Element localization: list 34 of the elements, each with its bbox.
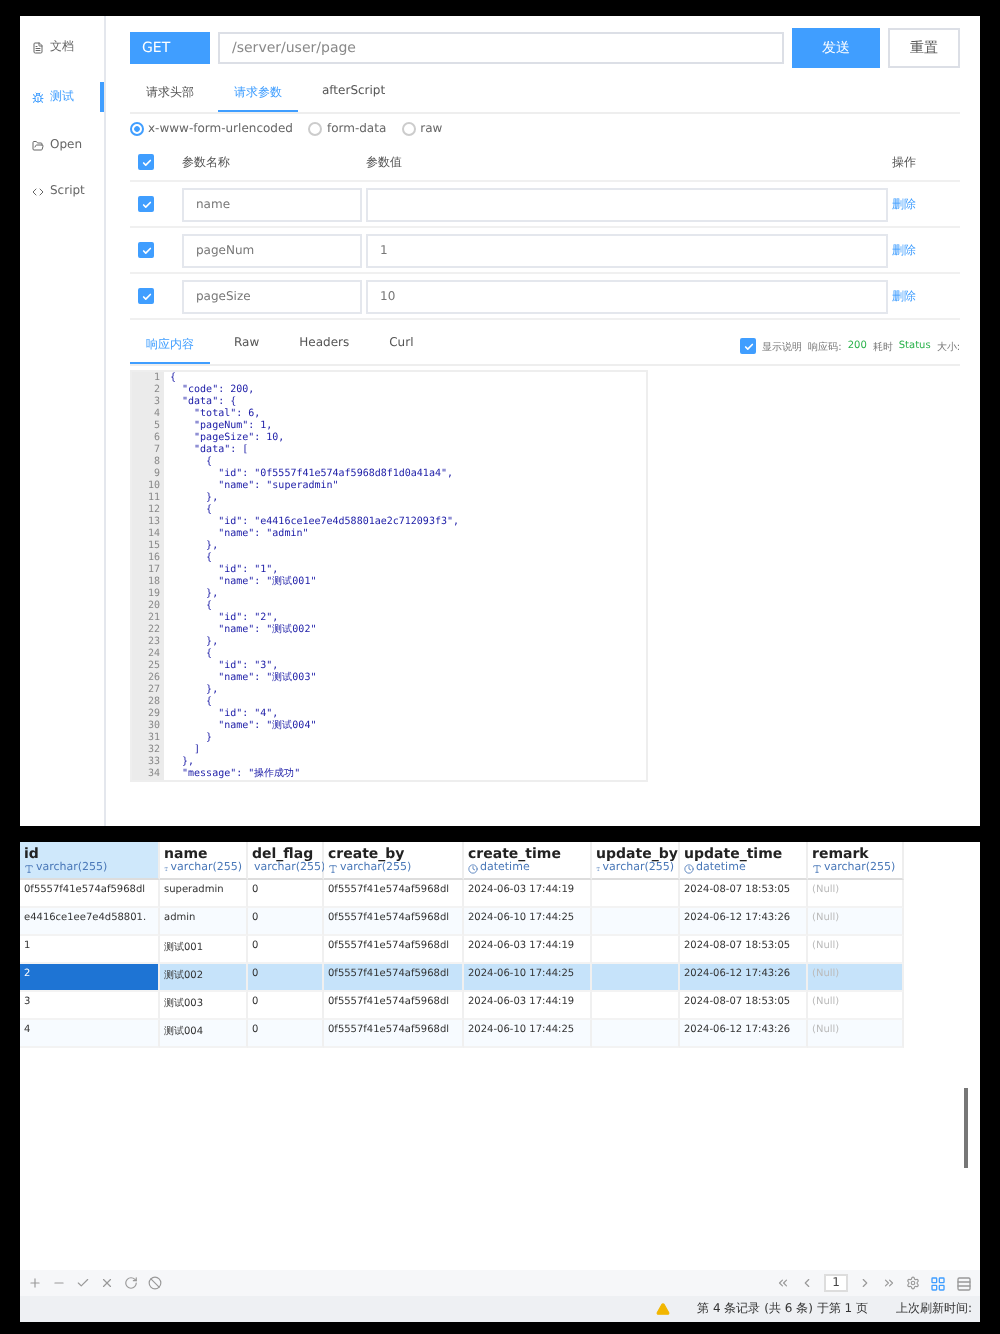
- minus-icon[interactable]: [52, 1276, 66, 1290]
- stop-icon[interactable]: [148, 1276, 162, 1290]
- table-cell: [592, 936, 680, 964]
- folder-icon: [32, 139, 44, 151]
- table-cell: [592, 964, 680, 992]
- next-page-icon[interactable]: [858, 1276, 872, 1290]
- clock-icon: [468, 863, 478, 873]
- radio-button[interactable]: [130, 122, 144, 136]
- code-icon: [32, 185, 44, 197]
- checkbox[interactable]: [138, 242, 154, 258]
- previous-page-icon[interactable]: [800, 1276, 815, 1290]
- warning-icon: [655, 1302, 670, 1316]
- checkbox[interactable]: [740, 338, 757, 354]
- clock-icon: [684, 863, 694, 873]
- check-icon[interactable]: [76, 1276, 90, 1290]
- radio-button[interactable]: [402, 122, 417, 136]
- checkbox[interactable]: [138, 154, 154, 170]
- grid-view-icon[interactable]: [930, 1275, 946, 1291]
- radio-button[interactable]: [308, 122, 323, 136]
- last-page-icon[interactable]: [882, 1276, 896, 1290]
- checkbox[interactable]: [138, 288, 154, 304]
- param-value-field[interactable]: [366, 187, 888, 221]
- first-page-icon[interactable]: [776, 1276, 791, 1290]
- bug-icon: [32, 91, 44, 103]
- settings-icon[interactable]: [906, 1276, 920, 1290]
- document-icon: [32, 41, 44, 53]
- add-icon[interactable]: [28, 1276, 42, 1290]
- form-view-icon[interactable]: [956, 1275, 972, 1291]
- scrollbar[interactable]: [964, 1088, 968, 1168]
- close-icon[interactable]: [100, 1276, 114, 1290]
- table-cell: [592, 992, 680, 1020]
- refresh-icon[interactable]: [124, 1276, 138, 1290]
- checkbox[interactable]: [138, 196, 154, 212]
- table-cell: [592, 880, 680, 908]
